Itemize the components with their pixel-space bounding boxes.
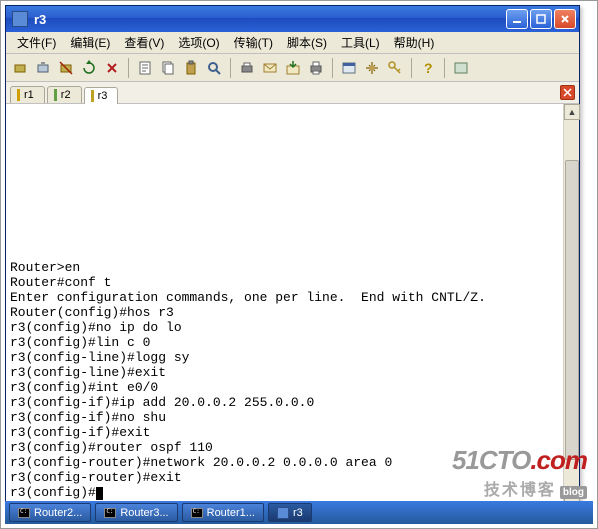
taskbar-item-router1[interactable]: Router1... <box>182 503 264 522</box>
session-tab-bar: r1 r2 r3 <box>6 82 579 104</box>
task-label: Router1... <box>207 507 255 519</box>
print-setup-icon[interactable] <box>237 58 257 78</box>
cmd-icon <box>18 508 30 518</box>
securecrt-icon <box>277 507 289 519</box>
terminal-prompt: r3(config)# <box>10 485 96 500</box>
maximize-button[interactable] <box>530 9 552 29</box>
menu-view[interactable]: 查看(V) <box>117 32 171 53</box>
tab-close-button[interactable] <box>560 85 575 100</box>
cmd-icon <box>104 508 116 518</box>
tab-label: r2 <box>61 89 71 101</box>
menu-edit[interactable]: 编辑(E) <box>63 32 117 53</box>
application-window: r3 文件(F) 编辑(E) 查看(V) 选项(O) 传输(T) 脚本(S) 工… <box>5 5 580 505</box>
taskbar-item-r3[interactable]: r3 <box>268 503 312 522</box>
session-tab-r3[interactable]: r3 <box>84 87 119 104</box>
toolbar-separator <box>230 58 231 78</box>
menu-option[interactable]: 选项(O) <box>171 32 226 53</box>
paste-icon[interactable] <box>181 58 201 78</box>
taskbar: Router2... Router3... Router1... r3 <box>5 501 593 524</box>
taskbar-item-router3[interactable]: Router3... <box>95 503 177 522</box>
toolbar: ? <box>6 54 579 82</box>
session-tab-r2[interactable]: r2 <box>47 86 82 103</box>
app-icon <box>12 11 28 27</box>
terminal-area: Router>en Router#conf t Enter configurat… <box>6 104 579 502</box>
global-options-icon[interactable] <box>362 58 382 78</box>
toolbar-separator <box>411 58 412 78</box>
receive-icon[interactable] <box>283 58 303 78</box>
scroll-down-button[interactable]: ▼ <box>564 486 580 502</box>
menu-help[interactable]: 帮助(H) <box>387 32 442 53</box>
session-options-icon[interactable] <box>339 58 359 78</box>
toggle-icon[interactable] <box>451 58 471 78</box>
terminal[interactable]: Router>en Router#conf t Enter configurat… <box>6 104 563 502</box>
cancel-icon[interactable] <box>102 58 122 78</box>
toolbar-separator <box>444 58 445 78</box>
cmd-icon <box>191 508 203 518</box>
menu-script[interactable]: 脚本(S) <box>280 32 334 53</box>
find-icon[interactable] <box>204 58 224 78</box>
window-title: r3 <box>34 12 506 27</box>
tab-label: r3 <box>98 90 108 102</box>
menu-bar: 文件(F) 编辑(E) 查看(V) 选项(O) 传输(T) 脚本(S) 工具(L… <box>6 32 579 54</box>
cursor-icon <box>96 487 103 500</box>
menu-tools[interactable]: 工具(L) <box>334 32 387 53</box>
toolbar-separator <box>128 58 129 78</box>
print-icon[interactable] <box>306 58 326 78</box>
copy-icon[interactable] <box>158 58 178 78</box>
tab-label: r1 <box>24 89 34 101</box>
help-icon[interactable]: ? <box>418 58 438 78</box>
title-bar[interactable]: r3 <box>6 6 579 32</box>
taskbar-item-router2[interactable]: Router2... <box>9 503 91 522</box>
task-label: r3 <box>293 507 303 519</box>
send-icon[interactable] <box>260 58 280 78</box>
scroll-up-button[interactable]: ▲ <box>564 104 580 120</box>
disconnect-icon[interactable] <box>56 58 76 78</box>
connect-icon[interactable] <box>10 58 30 78</box>
toolbar-separator <box>332 58 333 78</box>
svg-text:?: ? <box>424 60 433 76</box>
task-label: Router3... <box>120 507 168 519</box>
task-label: Router2... <box>34 507 82 519</box>
session-tab-r1[interactable]: r1 <box>10 86 45 103</box>
minimize-button[interactable] <box>506 9 528 29</box>
vertical-scrollbar[interactable]: ▲ ▼ <box>563 104 579 502</box>
menu-transfer[interactable]: 传输(T) <box>227 32 280 53</box>
properties-icon[interactable] <box>135 58 155 78</box>
reconnect-icon[interactable] <box>79 58 99 78</box>
scroll-thumb[interactable] <box>565 160 579 460</box>
quick-connect-icon[interactable] <box>33 58 53 78</box>
key-icon[interactable] <box>385 58 405 78</box>
menu-file[interactable]: 文件(F) <box>10 32 63 53</box>
close-button[interactable] <box>554 9 576 29</box>
